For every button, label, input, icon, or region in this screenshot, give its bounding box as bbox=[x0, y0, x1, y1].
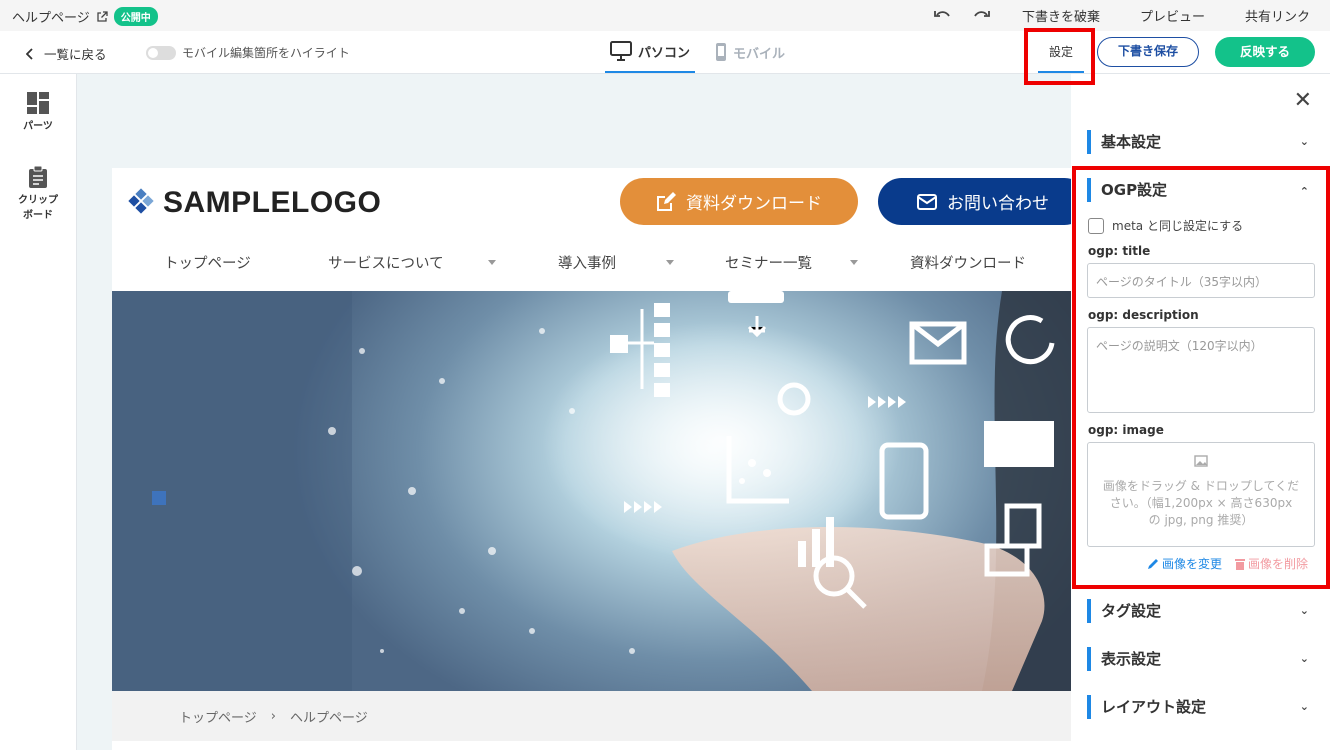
redo-icon[interactable] bbox=[962, 6, 1002, 25]
preview-link[interactable]: プレビュー bbox=[1120, 6, 1225, 25]
change-image-label: 画像を変更 bbox=[1162, 557, 1223, 571]
hero-illustration bbox=[112, 291, 1071, 691]
same-as-meta-row[interactable]: meta と同じ設定にする bbox=[1088, 217, 1243, 234]
nav-item-service[interactable]: サービスについて bbox=[328, 252, 444, 273]
chevron-down-icon: ⌄ bbox=[1299, 652, 1309, 665]
section-basic-title: 基本設定 bbox=[1101, 133, 1162, 151]
clipboard-icon bbox=[29, 165, 47, 188]
ogp-description-textarea[interactable]: ページの説明文（120字以内） bbox=[1087, 327, 1315, 413]
settings-panel: ✕ 基本設定 ⌄ OGP設定 ⌃ meta と同じ設定にする ogp: titl… bbox=[1071, 74, 1330, 750]
section-layout[interactable]: レイアウト設定 ⌄ bbox=[1087, 695, 1309, 719]
logo-text: SAMPLELOGO bbox=[163, 186, 382, 219]
nav-item-cases[interactable]: 導入事例 bbox=[558, 252, 616, 273]
download-button[interactable]: 資料ダウンロード bbox=[620, 178, 858, 225]
delete-image-label: 画像を削除 bbox=[1248, 557, 1309, 571]
undo-icon[interactable] bbox=[922, 6, 962, 25]
contact-button[interactable]: お問い合わせ bbox=[878, 178, 1071, 225]
save-draft-button[interactable]: 下書き保存 bbox=[1097, 37, 1199, 67]
close-icon[interactable]: ✕ bbox=[1294, 88, 1312, 113]
mail-icon bbox=[917, 193, 937, 210]
chevron-down-icon[interactable] bbox=[666, 260, 674, 265]
trash-icon bbox=[1235, 558, 1245, 570]
chevron-down-icon: ⌄ bbox=[1299, 135, 1309, 148]
ogp-image-dropzone[interactable]: 画像をドラッグ & ドロップしてください。（幅1,200px × 高さ630px… bbox=[1087, 442, 1315, 547]
back-label: 一覧に戻る bbox=[44, 47, 107, 62]
section-display[interactable]: 表示設定 ⌄ bbox=[1087, 647, 1309, 671]
toggle-label: モバイル編集箇所をハイライト bbox=[182, 46, 350, 60]
breadcrumb-separator: › bbox=[270, 708, 276, 724]
download-label: 資料ダウンロード bbox=[686, 194, 822, 214]
mobile-icon bbox=[715, 43, 726, 61]
ogp-title-label: ogp: title bbox=[1088, 244, 1151, 258]
share-link[interactable]: 共有リンク bbox=[1225, 6, 1330, 25]
dashboard-icon bbox=[27, 92, 49, 114]
section-ogp[interactable]: OGP設定 ⌃ bbox=[1087, 178, 1309, 202]
chevron-left-icon bbox=[26, 47, 33, 60]
clipboard-label-2: ボード bbox=[23, 210, 53, 221]
parts-button[interactable]: パーツ bbox=[0, 92, 76, 132]
top-actions: 下書きを破棄 プレビュー 共有リンク bbox=[922, 0, 1330, 31]
chevron-down-icon: ⌄ bbox=[1299, 700, 1309, 713]
nav-item-download[interactable]: 資料ダウンロード bbox=[910, 252, 1026, 273]
chevron-down-icon[interactable] bbox=[850, 260, 858, 265]
change-image-button[interactable]: 画像を変更 bbox=[1147, 555, 1222, 572]
editor-toolbar: 一覧に戻る モバイル編集箇所をハイライト パソコン モバイル 設定 下書き保存 … bbox=[0, 31, 1330, 74]
back-to-list-button[interactable]: 一覧に戻る bbox=[26, 44, 107, 63]
toggle-switch[interactable] bbox=[146, 45, 176, 60]
nav-item-seminar[interactable]: セミナー一覧 bbox=[725, 252, 812, 273]
device-mobile-label: モバイル bbox=[732, 46, 785, 62]
device-tab-mobile[interactable]: モバイル bbox=[705, 31, 795, 73]
pencil-icon bbox=[1148, 558, 1158, 569]
breadcrumb-item-top[interactable]: トップページ bbox=[179, 707, 257, 726]
ogp-description-label: ogp: description bbox=[1088, 308, 1199, 322]
section-display-title: 表示設定 bbox=[1101, 650, 1162, 668]
image-drop-text: 画像をドラッグ & ドロップしてください。（幅1,200px × 高さ630px… bbox=[1102, 479, 1300, 527]
same-as-meta-label: meta と同じ設定にする bbox=[1112, 219, 1244, 233]
hero-image bbox=[112, 291, 1071, 691]
device-tab-pc[interactable]: パソコン bbox=[605, 31, 695, 73]
editor-canvas: SAMPLELOGO 資料ダウンロード お問い合わせ トップページ サービスにつ… bbox=[77, 74, 1071, 750]
external-link-icon[interactable] bbox=[96, 10, 108, 23]
device-pc-label: パソコン bbox=[637, 45, 690, 61]
chevron-down-icon: ⌄ bbox=[1299, 604, 1309, 617]
settings-tab[interactable]: 設定 bbox=[1038, 31, 1084, 73]
mobile-highlight-toggle[interactable]: モバイル編集箇所をハイライト bbox=[146, 44, 350, 61]
site-nav: トップページ サービスについて 導入事例 セミナー一覧 資料ダウンロード bbox=[112, 242, 1071, 291]
breadcrumb-item-current: ヘルプページ bbox=[289, 710, 368, 726]
section-tag[interactable]: タグ設定 ⌄ bbox=[1087, 599, 1309, 623]
contact-label: お問い合わせ bbox=[947, 194, 1049, 214]
delete-image-button[interactable]: 画像を削除 bbox=[1235, 555, 1308, 572]
apply-button[interactable]: 反映する bbox=[1215, 37, 1315, 67]
parts-label: パーツ bbox=[23, 121, 53, 132]
ogp-image-label: ogp: image bbox=[1088, 423, 1164, 437]
image-icon bbox=[1194, 455, 1208, 467]
section-basic[interactable]: 基本設定 ⌄ bbox=[1087, 130, 1309, 154]
status-badge: 公開中 bbox=[113, 7, 158, 26]
chevron-down-icon[interactable] bbox=[488, 260, 496, 265]
page-title: ヘルプページ bbox=[12, 11, 90, 26]
page-preview[interactable]: SAMPLELOGO 資料ダウンロード お問い合わせ トップページ サービスにつ… bbox=[112, 168, 1071, 750]
site-logo: SAMPLELOGO bbox=[127, 186, 381, 220]
clipboard-label-1: クリップ bbox=[18, 195, 58, 206]
section-layout-title: レイアウト設定 bbox=[1101, 698, 1207, 716]
ogp-title-input[interactable]: ページのタイトル（35字以内） bbox=[1087, 263, 1315, 298]
page-title-area: ヘルプページ 公開中 bbox=[12, 7, 158, 26]
top-bar: ヘルプページ 公開中 下書きを破棄 プレビュー 共有リンク bbox=[0, 0, 1330, 31]
edit-icon bbox=[657, 191, 676, 211]
clipboard-button[interactable]: クリップ ボード bbox=[0, 165, 76, 221]
left-sidebar: パーツ クリップ ボード bbox=[0, 74, 77, 750]
chevron-up-icon: ⌃ bbox=[1299, 185, 1309, 198]
section-ogp-title: OGP設定 bbox=[1101, 181, 1168, 199]
section-tag-title: タグ設定 bbox=[1101, 602, 1162, 620]
logo-mark-icon bbox=[128, 188, 154, 214]
same-as-meta-checkbox[interactable] bbox=[1088, 217, 1104, 234]
desktop-icon bbox=[609, 41, 632, 61]
breadcrumb: トップページ › ヘルプページ bbox=[112, 691, 1071, 741]
discard-draft-link[interactable]: 下書きを破棄 bbox=[1002, 6, 1120, 25]
nav-item-top[interactable]: トップページ bbox=[164, 252, 251, 273]
